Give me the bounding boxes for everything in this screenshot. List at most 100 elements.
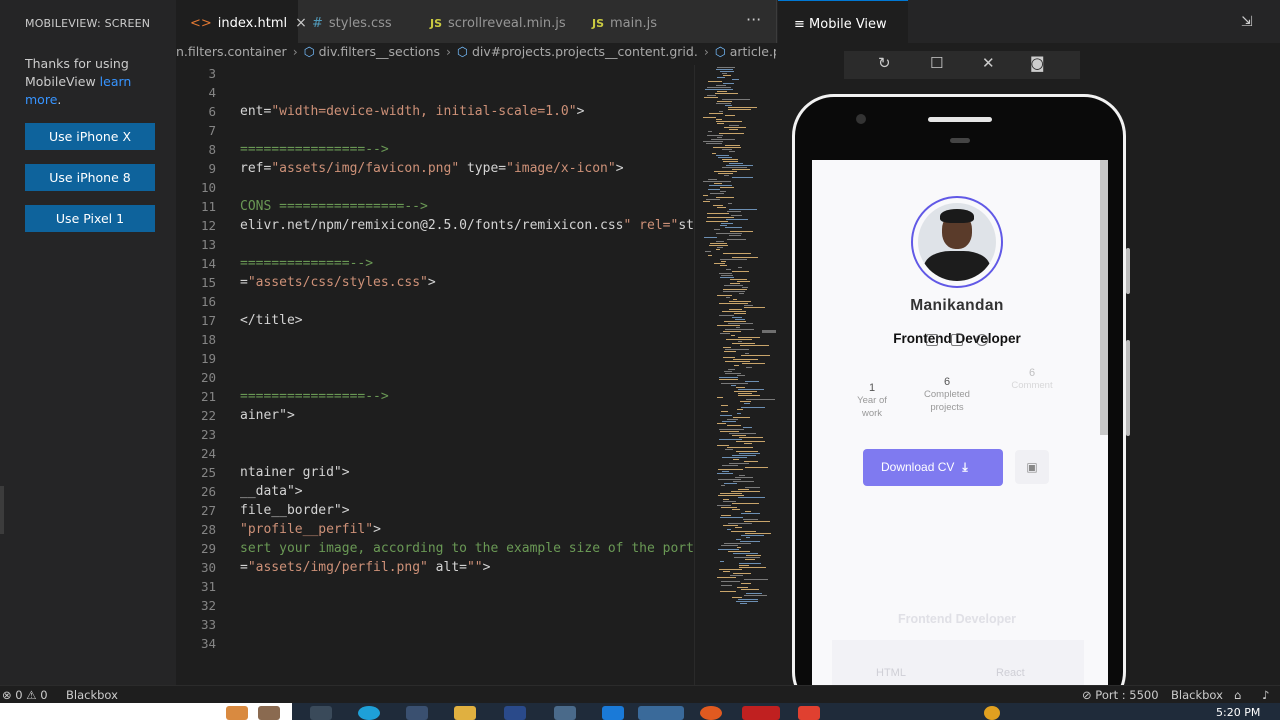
use-iphone-8-button[interactable]: Use iPhone 8 xyxy=(25,164,155,191)
linkedin-icon[interactable] xyxy=(926,334,938,346)
bell-icon[interactable]: ♪ xyxy=(1262,688,1269,702)
code-line[interactable]: 29 sert your image, according to the exam… xyxy=(176,541,694,560)
download-cv-button[interactable]: Download CV ⤓ xyxy=(863,449,1003,486)
element-icon: ⬡ xyxy=(714,44,726,59)
app-icon[interactable] xyxy=(406,706,428,720)
breadcrumb-item[interactable]: div#projects.projects__content.grid. xyxy=(472,44,698,59)
tab-styles-css[interactable]: # styles.css xyxy=(298,0,414,43)
minimap-line xyxy=(730,575,743,576)
code-line[interactable]: 11 CONS ================--> xyxy=(176,199,694,218)
code-line[interactable]: 10 xyxy=(176,180,694,199)
download-icon: ⤓ xyxy=(962,460,968,474)
minimap-line xyxy=(726,165,753,166)
edge-icon[interactable] xyxy=(358,706,380,720)
code-line[interactable]: 32 xyxy=(176,598,694,617)
code-line[interactable]: 8 ================--> xyxy=(176,142,694,161)
code-line[interactable]: 7 xyxy=(176,123,694,142)
file-explorer-icon[interactable] xyxy=(454,706,476,720)
code-line[interactable]: 25 ntainer grid"> xyxy=(176,465,694,484)
app-icon[interactable] xyxy=(742,706,780,720)
code-line[interactable]: 15 ="assets/css/styles.css"> xyxy=(176,275,694,294)
app-icon[interactable] xyxy=(798,706,820,720)
port-indicator[interactable]: ⊘ Port : 5500 xyxy=(1082,688,1159,702)
breadcrumb-item[interactable]: div.filters__sections xyxy=(319,44,440,59)
problems-indicator[interactable]: ⊗ 0 ⚠ 0 xyxy=(2,688,48,702)
code-text: ="assets/img/perfil.png" alt=""> xyxy=(240,560,491,575)
tab-mobile-view[interactable]: ≡ Mobile View × xyxy=(778,0,908,79)
taskbar-search[interactable] xyxy=(0,703,292,720)
code-line[interactable]: 31 xyxy=(176,579,694,598)
minimap-line xyxy=(710,193,724,194)
tab-index-html[interactable]: <> index.html × xyxy=(176,0,307,43)
code-line[interactable]: 23 xyxy=(176,427,694,446)
minimap-line xyxy=(739,567,766,568)
minimap-line xyxy=(738,267,742,268)
tab-label: main.js xyxy=(610,16,658,31)
app-icon[interactable] xyxy=(554,706,576,720)
use-iphone-x-button[interactable]: Use iPhone X xyxy=(25,123,155,150)
blackbox-left[interactable]: Blackbox xyxy=(66,688,118,702)
more-actions-icon[interactable]: ··· xyxy=(746,10,761,29)
minimap-line xyxy=(724,483,737,484)
code-line[interactable]: 28 "profile__perfil"> xyxy=(176,522,694,541)
camera-icon[interactable]: ◙ xyxy=(1030,54,1045,72)
code-line[interactable]: 22 ainer"> xyxy=(176,408,694,427)
code-line[interactable]: 33 xyxy=(176,617,694,636)
github-icon[interactable] xyxy=(951,334,963,346)
code-line[interactable]: 17 </title> xyxy=(176,313,694,332)
tab-main-js[interactable]: JS main.js xyxy=(574,0,674,43)
code-line[interactable]: 9 ref="assets/img/favicon.png" type="imag… xyxy=(176,161,694,180)
minimap-line xyxy=(703,141,723,142)
minimap-line xyxy=(729,301,751,302)
code-line[interactable]: 24 xyxy=(176,446,694,465)
code-line[interactable]: 14 ==============--> xyxy=(176,256,694,275)
breadcrumb-item[interactable]: article.projects_ xyxy=(730,44,776,59)
code-line[interactable]: 13 xyxy=(176,237,694,256)
minimap-line xyxy=(719,429,744,430)
breadcrumb-item[interactable]: n.filters.container xyxy=(176,44,287,59)
code-line[interactable]: 12 elivr.net/npm/remixicon@2.5.0/fonts/re… xyxy=(176,218,694,237)
rotate-icon[interactable]: ↻ xyxy=(878,54,891,72)
search-highlight-icon xyxy=(258,706,280,720)
minimap-line xyxy=(717,137,722,138)
code-line[interactable]: 18 xyxy=(176,332,694,351)
code-editor[interactable]: 3 4 6 ent="width=device-width, initial-scal… xyxy=(176,65,694,685)
minimap-line xyxy=(733,481,754,482)
minimap-line xyxy=(724,351,736,352)
blackbox-right[interactable]: Blackbox xyxy=(1171,688,1223,702)
minimap-line xyxy=(725,449,733,450)
use-pixel-1-button[interactable]: Use Pixel 1 xyxy=(25,205,155,232)
dribbble-icon[interactable] xyxy=(976,334,988,346)
task-view-icon[interactable] xyxy=(310,706,332,720)
chat-icon[interactable]: ▣ xyxy=(1015,450,1049,484)
code-line[interactable]: 27 file__border"> xyxy=(176,503,694,522)
code-line[interactable]: 3 xyxy=(176,66,694,85)
minimap-line xyxy=(729,151,735,152)
minimap-line xyxy=(729,163,743,164)
feedback-icon[interactable]: ⌂ xyxy=(1234,688,1241,702)
close-icon[interactable]: ✕ xyxy=(982,54,995,72)
square-icon[interactable]: ☐ xyxy=(930,54,943,72)
tab-scrollreveal-js[interactable]: JS scrollreveal.min.js xyxy=(414,0,574,43)
code-line[interactable]: 16 xyxy=(176,294,694,313)
vscode-icon[interactable] xyxy=(638,706,684,720)
minimap-line xyxy=(721,507,737,508)
code-line[interactable]: 21 ================--> xyxy=(176,389,694,408)
app-icon[interactable] xyxy=(504,706,526,720)
split-editor-icon[interactable]: ⇲ xyxy=(1241,14,1253,30)
code-line[interactable]: 34 xyxy=(176,636,694,655)
code-line[interactable]: 4 xyxy=(176,85,694,104)
app-icon[interactable] xyxy=(602,706,624,720)
scroll-indicator[interactable] xyxy=(762,330,776,333)
weather-icon[interactable] xyxy=(984,706,1000,720)
minimap-line xyxy=(730,231,753,232)
code-line[interactable]: 26 __data"> xyxy=(176,484,694,503)
code-line[interactable]: 30 ="assets/img/perfil.png" alt=""> xyxy=(176,560,694,579)
minimap-line xyxy=(719,439,742,440)
app-icon[interactable] xyxy=(700,706,722,720)
code-line[interactable]: 6 ent="width=device-width, initial-scale=… xyxy=(176,104,694,123)
code-line[interactable]: 19 xyxy=(176,351,694,370)
minimap[interactable] xyxy=(694,65,776,685)
device-toolbar: ↻ ☐ ✕ ◙ xyxy=(844,51,1080,79)
code-line[interactable]: 20 xyxy=(176,370,694,389)
